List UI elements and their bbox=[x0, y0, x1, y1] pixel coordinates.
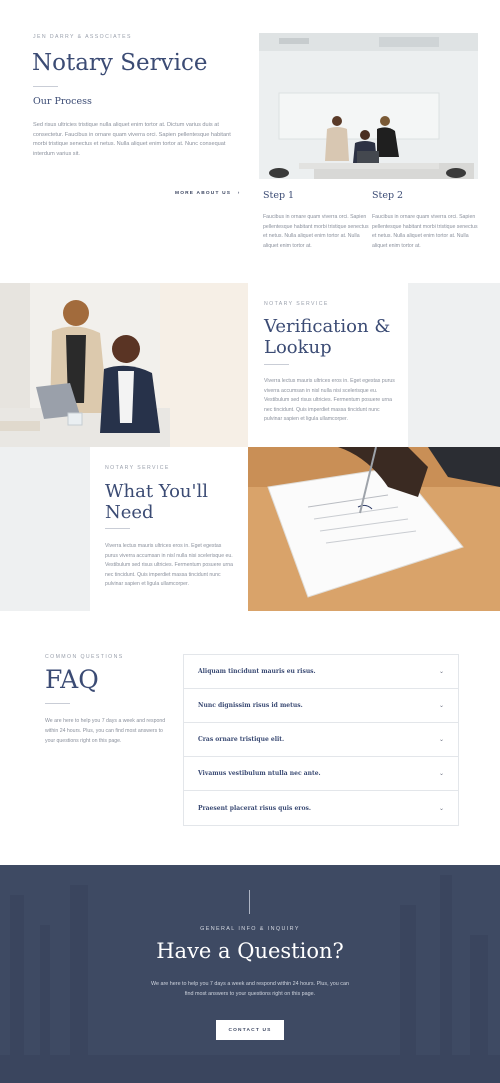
faq-item[interactable]: Cras ornare tristique elit. ⌄ bbox=[184, 723, 458, 757]
faq-item[interactable]: Aliquam tincidunt mauris eu risus. ⌄ bbox=[184, 655, 458, 689]
faq-item[interactable]: Praesent placerat risus quis eros. ⌄ bbox=[184, 791, 458, 825]
verification-title: Verification & Lookup bbox=[264, 316, 391, 358]
chevron-down-icon: ⌄ bbox=[438, 703, 444, 709]
faq-description: We are here to help you 7 days a week an… bbox=[45, 718, 166, 744]
company-eyebrow: JEN DARRY & ASSOCIATES bbox=[33, 34, 132, 40]
more-about-us-label: MORE ABOUT US bbox=[175, 191, 232, 196]
faq-question: Vivamus vestibulum ntulla nec ante. bbox=[198, 770, 321, 777]
faq-eyebrow: COMMON QUESTIONS bbox=[45, 654, 124, 660]
faq-item[interactable]: Nunc dignissim risus id metus. ⌄ bbox=[184, 689, 458, 723]
chevron-down-icon: ⌄ bbox=[438, 737, 444, 743]
title-divider bbox=[33, 86, 58, 87]
step-2-title: Step 2 bbox=[372, 190, 404, 201]
page-title: Notary Service bbox=[32, 50, 208, 76]
process-description: Sed risus ultricies tristique nulla aliq… bbox=[33, 122, 231, 157]
cta-eyebrow: GENERAL INFO & INQUIRY bbox=[200, 926, 300, 932]
verification-description: Viverra lectus mauris ultrices eros in. … bbox=[264, 378, 395, 423]
cta-section bbox=[0, 865, 500, 1083]
faq-divider bbox=[45, 703, 70, 704]
women-laptop-photo bbox=[0, 283, 248, 447]
step-1-title: Step 1 bbox=[263, 190, 295, 201]
cta-description: We are here to help you 7 days a week an… bbox=[151, 981, 349, 997]
faq-question: Aliquam tincidunt mauris eu risus. bbox=[198, 668, 316, 675]
more-about-us-link[interactable]: MORE ABOUT US › bbox=[175, 191, 241, 196]
need-description: Viverra lectus mauris ultrices eros in. … bbox=[105, 543, 234, 588]
verification-divider bbox=[264, 364, 289, 365]
faq-question: Praesent placerat risus quis eros. bbox=[198, 804, 311, 812]
faq-accordion: Aliquam tincidunt mauris eu risus. ⌄ Nun… bbox=[183, 654, 459, 826]
signing-document-photo bbox=[248, 447, 500, 611]
chevron-down-icon: ⌄ bbox=[438, 669, 444, 675]
need-title: What You'll Need bbox=[105, 481, 208, 523]
verification-eyebrow: NOTARY SERVICE bbox=[264, 301, 329, 307]
faq-title: FAQ bbox=[45, 665, 99, 694]
step-1-description: Faucibus in ornare quam viverra orci. Sa… bbox=[263, 214, 369, 249]
decorative-gray-block bbox=[408, 283, 500, 447]
need-eyebrow: NOTARY SERVICE bbox=[105, 465, 170, 471]
faq-question: Nunc dignissim risus id metus. bbox=[198, 702, 303, 709]
chevron-down-icon: ⌄ bbox=[438, 805, 444, 812]
need-divider bbox=[105, 528, 130, 529]
step-2-description: Faucibus in ornare quam viverra orci. Sa… bbox=[372, 214, 478, 249]
cta-vertical-line bbox=[249, 890, 250, 914]
faq-item[interactable]: Vivamus vestibulum ntulla nec ante. ⌄ bbox=[184, 757, 458, 791]
office-meeting-photo bbox=[259, 33, 478, 179]
chevron-down-icon: ⌄ bbox=[438, 771, 444, 777]
process-subtitle: Our Process bbox=[33, 96, 92, 107]
cta-title: Have a Question? bbox=[156, 939, 344, 963]
contact-us-button[interactable]: CONTACT US bbox=[216, 1020, 284, 1040]
decorative-gray-block bbox=[0, 447, 90, 611]
arrow-right-icon: › bbox=[237, 191, 241, 196]
faq-question: Cras ornare tristique elit. bbox=[198, 736, 285, 743]
